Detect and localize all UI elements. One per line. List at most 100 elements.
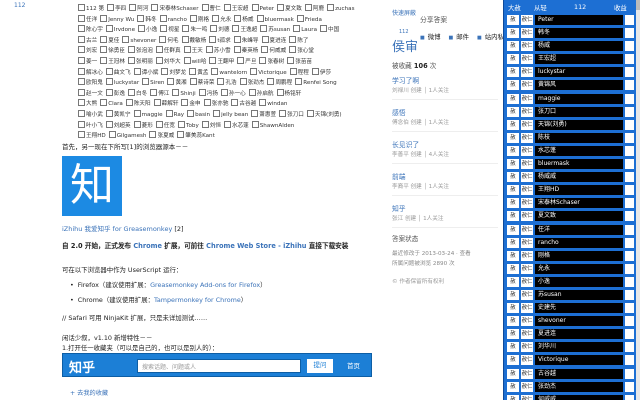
user-checkbox[interactable]: Shinji: [172, 89, 195, 97]
share-link[interactable]: 邮件: [449, 33, 470, 41]
user-checkbox[interactable]: 赵一文: [78, 89, 103, 97]
blocked-user-name[interactable]: 史建先: [535, 303, 623, 314]
user-checkbox[interactable]: 孙一心: [221, 89, 246, 97]
lenient-button[interactable]: 赦仁: [521, 132, 533, 143]
amnesty-button[interactable]: 赦: [507, 28, 519, 39]
amnesty-button[interactable]: 赦: [507, 355, 519, 366]
amnesty-button[interactable]: 赦: [507, 250, 519, 261]
share-link[interactable]: 微博: [420, 33, 441, 41]
user-checkbox[interactable]: 小逸: [138, 25, 157, 33]
user-checkbox[interactable]: 天锦(刘勇): [307, 110, 342, 118]
user-checkbox[interactable]: 王宏超: [224, 4, 249, 12]
user-checkbox[interactable]: 黄凯宁: [106, 110, 131, 118]
user-checkbox[interactable]: 陈了: [289, 36, 308, 44]
lenient-button[interactable]: 赦仁: [521, 329, 533, 340]
amnesty-button[interactable]: 赦: [507, 80, 519, 91]
blocked-user-name[interactable]: 夏文致: [535, 211, 623, 222]
user-checkbox[interactable]: Laura: [293, 25, 317, 33]
blocked-user-name[interactable]: 何威威: [535, 394, 623, 400]
scrollbar-thumb[interactable]: [636, 0, 640, 10]
user-checkbox[interactable]: 张春树: [259, 57, 284, 65]
extension-link[interactable]: Tampermonkey for Chrome: [154, 296, 241, 304]
user-checkbox[interactable]: 刘德: [210, 25, 229, 33]
user-checkbox[interactable]: zuchas: [327, 4, 354, 12]
blocked-user-name[interactable]: 刚格: [535, 250, 623, 261]
benefit-checkbox[interactable]: [625, 329, 634, 340]
user-checkbox[interactable]: 张心堂: [289, 46, 314, 54]
blocked-user-name[interactable]: 张刀口: [535, 106, 623, 117]
user-checkbox[interactable]: Renfei Song: [295, 78, 336, 86]
benefit-checkbox[interactable]: [625, 106, 634, 117]
blocked-user-name[interactable]: shevoner: [535, 316, 623, 327]
lenient-button[interactable]: 赦仁: [521, 316, 533, 327]
user-checkbox[interactable]: 曲文飞: [106, 68, 131, 76]
user-checkbox[interactable]: Victorique: [250, 68, 286, 76]
blocked-user-name[interactable]: 天锦(刘勇): [535, 119, 623, 130]
lenient-button[interactable]: 赦仁: [521, 185, 533, 196]
blocked-user-name[interactable]: 杨威威: [535, 172, 623, 183]
amnesty-button[interactable]: 赦: [507, 316, 519, 327]
lenient-button[interactable]: 赦仁: [521, 15, 533, 25]
amnesty-button[interactable]: 赦: [507, 289, 519, 300]
user-checkbox[interactable]: 王天: [184, 46, 203, 54]
amnesty-button[interactable]: 赦: [507, 381, 519, 392]
user-checkbox[interactable]: 朱峰导: [234, 36, 259, 44]
benefit-checkbox[interactable]: [625, 342, 634, 353]
lenient-button[interactable]: 赦仁: [521, 211, 533, 222]
lenient-button[interactable]: 赦仁: [521, 381, 533, 392]
scrollbar[interactable]: [636, 0, 640, 400]
blocked-user-name[interactable]: 宋泰林Schaser: [535, 198, 623, 209]
user-checkbox[interactable]: 彭逸: [106, 89, 125, 97]
user-checkbox[interactable]: 金申: [181, 99, 200, 107]
benefit-checkbox[interactable]: [625, 185, 634, 196]
benefit-checkbox[interactable]: [625, 211, 634, 222]
user-checkbox[interactable]: 视星: [160, 25, 179, 33]
lenient-button[interactable]: 赦仁: [521, 394, 533, 400]
user-checkbox[interactable]: Jenny Wu: [100, 15, 134, 23]
amnesty-button[interactable]: 赦: [507, 93, 519, 104]
amnesty-button[interactable]: 赦: [507, 41, 519, 52]
user-checkbox[interactable]: 白冬: [128, 89, 147, 97]
lenient-button[interactable]: 赦仁: [521, 355, 533, 366]
lenient-button[interactable]: 赦仁: [521, 145, 533, 156]
user-checkbox[interactable]: 阿鹿: [305, 4, 324, 12]
quick-block-link[interactable]: 快速屏蔽: [392, 8, 416, 17]
panel-head-benefit[interactable]: 收益: [614, 3, 627, 12]
blocked-user-name[interactable]: maggie: [535, 93, 623, 104]
benefit-checkbox[interactable]: [625, 276, 634, 287]
amnesty-button[interactable]: 赦: [507, 303, 519, 314]
user-checkbox[interactable]: 蔡诗荣: [190, 78, 215, 86]
user-checkbox[interactable]: 水芯蓬: [224, 121, 249, 129]
user-checkbox[interactable]: bluermask: [257, 15, 294, 23]
user-checkbox[interactable]: 陈心宇: [78, 25, 103, 33]
user-checkbox[interactable]: Gilgamesh: [109, 131, 147, 139]
blocked-user-name[interactable]: 夏进连: [535, 329, 623, 340]
benefit-checkbox[interactable]: [625, 394, 634, 400]
collection-link[interactable]: 长见识了: [392, 139, 419, 149]
collection-link[interactable]: 感悟: [392, 107, 406, 117]
panel-head-amnesty[interactable]: 大赦: [508, 3, 521, 12]
lenient-button[interactable]: 赦仁: [521, 198, 533, 209]
user-checkbox[interactable]: 张刀口: [279, 110, 304, 118]
user-checkbox[interactable]: 曹仁: [202, 4, 221, 12]
lenient-button[interactable]: 赦仁: [521, 28, 533, 39]
lenient-button[interactable]: 赦仁: [521, 172, 533, 183]
user-checkbox[interactable]: 菱形: [134, 121, 153, 129]
benefit-checkbox[interactable]: [625, 289, 634, 300]
user-checkbox[interactable]: luckystar: [106, 78, 139, 86]
blocked-user-name[interactable]: bluermask: [535, 159, 623, 170]
user-checkbox[interactable]: Toby: [178, 121, 199, 129]
benefit-checkbox[interactable]: [625, 28, 634, 39]
user-checkbox[interactable]: 刘华大: [156, 57, 181, 65]
user-checkbox[interactable]: 周鹏程: [267, 78, 292, 86]
user-checkbox[interactable]: 肇美蕊Kant: [177, 131, 215, 139]
user-checkbox[interactable]: 夏文致: [277, 4, 302, 12]
benefit-checkbox[interactable]: [625, 159, 634, 170]
blocked-user-name[interactable]: luckystar: [535, 67, 623, 78]
amnesty-button[interactable]: 赦: [507, 394, 519, 400]
user-checkbox[interactable]: 朱一鸣: [182, 25, 207, 33]
user-checkbox[interactable]: wantelorn: [211, 68, 247, 76]
user-checkbox[interactable]: 刘恒: [202, 121, 221, 129]
user-checkbox[interactable]: jelly bean: [213, 110, 248, 118]
lenient-button[interactable]: 赦仁: [521, 263, 533, 274]
